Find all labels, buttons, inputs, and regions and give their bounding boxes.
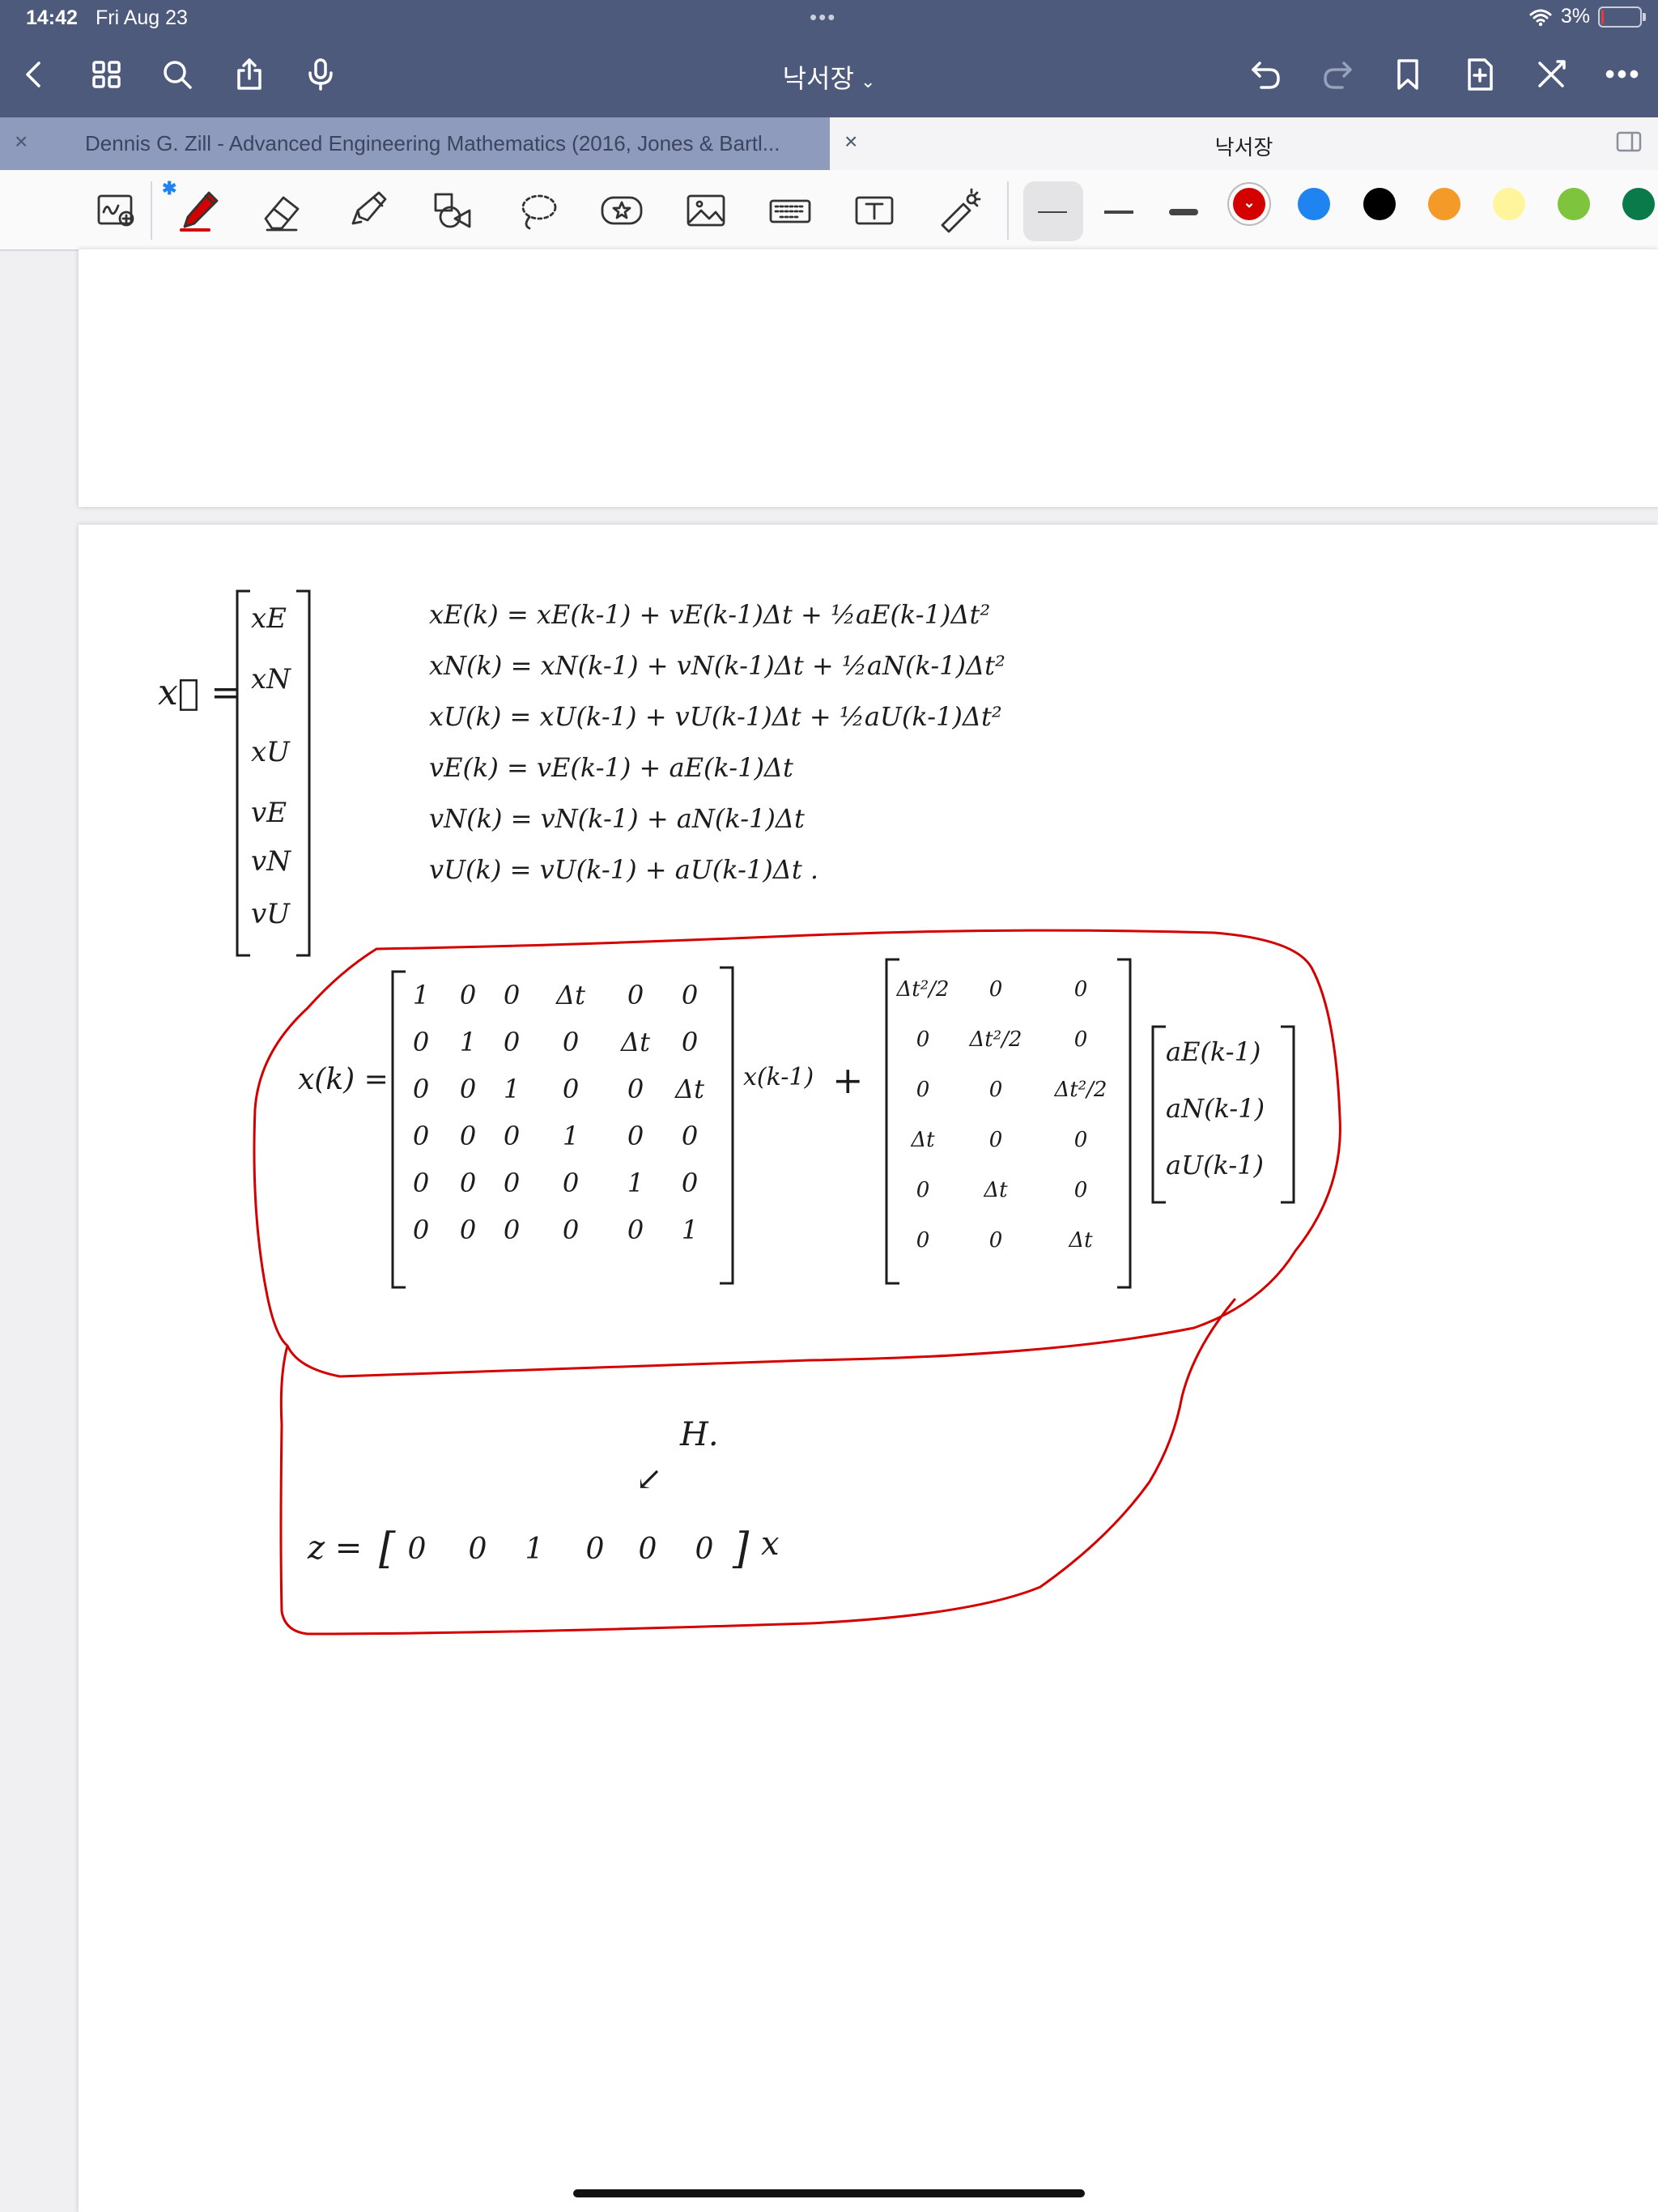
F-matrix-cell: 0 — [627, 980, 644, 1010]
G-matrix-cell: Δt — [983, 1178, 1008, 1202]
H-vector-entry: 0 — [695, 1533, 714, 1566]
F-matrix-cell: Δt — [674, 1074, 704, 1104]
update-equation: xN(k) = xN(k-1) + vN(k-1)Δt + ½aN(k-1)Δt… — [429, 650, 1005, 681]
G-matrix-cell: 0 — [916, 1027, 930, 1052]
accel-entry: aN(k-1) — [1166, 1093, 1265, 1124]
update-equation: xE(k) = xE(k-1) + vE(k-1)Δt + ½aE(k-1)Δt… — [429, 599, 990, 630]
state-vector-entry: xU — [251, 736, 291, 768]
F-matrix-cell: 1 — [504, 1074, 520, 1104]
H-vector-entry: 0 — [639, 1533, 657, 1566]
G-matrix-cell: 0 — [989, 1228, 1003, 1253]
F-matrix-cell: 0 — [563, 1027, 579, 1057]
G-matrix-cell: 0 — [1074, 1178, 1088, 1202]
G-matrix-cell: 0 — [989, 1078, 1003, 1102]
state-vector-entry: xN — [251, 663, 291, 696]
G-matrix-cell: 0 — [1074, 1128, 1088, 1152]
F-matrix-cell: 0 — [504, 1214, 520, 1245]
accel-entry: aE(k-1) — [1166, 1036, 1261, 1067]
F-matrix-cell: 0 — [413, 1214, 429, 1245]
F-matrix-cell: 0 — [504, 980, 520, 1010]
F-matrix-cell: 0 — [682, 1168, 698, 1198]
G-matrix-cell: 0 — [916, 1228, 930, 1253]
F-matrix-cell: 0 — [504, 1121, 520, 1151]
measurement-state: x — [761, 1525, 780, 1563]
F-matrix-left-bracket — [391, 970, 406, 1289]
state-vector-entry: xE — [251, 602, 287, 635]
state-vector-entry: vN — [251, 845, 291, 878]
H-vector-entry: 1 — [525, 1533, 544, 1566]
accel-left-bracket — [1151, 1025, 1166, 1204]
G-matrix-cell: Δt — [910, 1128, 935, 1152]
F-matrix-cell: 0 — [682, 980, 698, 1010]
F-matrix-cell: 0 — [504, 1168, 520, 1198]
update-equation: xU(k) = xU(k-1) + vU(k-1)Δt + ½aU(k-1)Δt… — [429, 701, 1002, 732]
ink-layer: x⃗ = xE xN xU vE vN vU xE(k) = xE(k-1) + vE(k-1… — [158, 589, 1295, 1573]
F-matrix-cell: 0 — [460, 1214, 476, 1245]
state-vector-lhs: x⃗ = — [158, 672, 240, 713]
H-vector-entry: 0 — [586, 1533, 605, 1566]
F-matrix-cell: 0 — [563, 1168, 579, 1198]
F-matrix-cell: 0 — [682, 1121, 698, 1151]
previous-state: x(k-1) — [743, 1063, 814, 1091]
F-matrix-cell: 0 — [682, 1027, 698, 1057]
F-matrix-cell: 0 — [563, 1214, 579, 1245]
H-label: H. — [679, 1416, 719, 1453]
F-matrix-cell: 1 — [682, 1214, 698, 1245]
F-matrix-cell: 0 — [413, 1168, 429, 1198]
H-right-bracket: ] — [732, 1525, 750, 1573]
F-matrix-cell: 1 — [627, 1168, 644, 1198]
F-matrix-right-bracket — [720, 966, 734, 1285]
F-matrix-cell: 0 — [627, 1214, 644, 1245]
F-matrix-cell: 0 — [460, 1121, 476, 1151]
F-matrix-cell: Δt — [619, 1027, 650, 1057]
G-matrix-cell: Δt²/2 — [1054, 1078, 1107, 1102]
accel-right-bracket — [1281, 1025, 1295, 1204]
update-equation: vU(k) = vU(k-1) + aU(k-1)Δt . — [429, 854, 818, 885]
H-left-bracket: [ — [379, 1525, 396, 1573]
state-vector-left-bracket — [236, 589, 250, 957]
update-equation: vE(k) = vE(k-1) + aE(k-1)Δt — [429, 752, 793, 783]
F-matrix-cell: 0 — [504, 1027, 520, 1057]
F-matrix-cell: 1 — [563, 1121, 579, 1151]
F-matrix-cell: 0 — [460, 1074, 476, 1104]
G-matrix-left-bracket — [885, 958, 899, 1285]
state-vector-right-bracket — [296, 589, 311, 957]
transition-lhs: x(k) = — [298, 1063, 389, 1096]
G-matrix-cell: 0 — [989, 1128, 1003, 1152]
G-matrix-cell: 0 — [916, 1178, 930, 1202]
G-matrix-cell: 0 — [1074, 1027, 1088, 1052]
accel-entry: aU(k-1) — [1166, 1150, 1264, 1180]
G-matrix-cell: 0 — [1074, 977, 1088, 1002]
state-vector-entry: vU — [251, 898, 291, 930]
G-matrix-cell: 0 — [916, 1078, 930, 1102]
F-matrix-cell: 0 — [413, 1074, 429, 1104]
F-matrix-cell: 0 — [413, 1121, 429, 1151]
F-matrix-cell: 0 — [460, 1168, 476, 1198]
H-vector-entry: 0 — [408, 1533, 427, 1566]
F-matrix-cell: 0 — [460, 980, 476, 1010]
F-matrix-cell: 1 — [460, 1027, 476, 1057]
measurement-lhs: z = — [307, 1529, 362, 1567]
G-matrix-right-bracket — [1117, 958, 1132, 1289]
F-matrix-cell: Δt — [555, 980, 585, 1010]
F-matrix-cell: 0 — [563, 1074, 579, 1104]
H-vector-entry: 0 — [469, 1533, 487, 1566]
G-matrix-cell: 0 — [989, 977, 1003, 1002]
G-matrix-cell: Δt²/2 — [896, 977, 950, 1002]
F-matrix-cell: 0 — [413, 1027, 429, 1057]
G-matrix-cell: Δt — [1068, 1228, 1093, 1253]
plus-sign: + — [832, 1058, 864, 1102]
state-vector-entry: vE — [251, 797, 287, 829]
G-matrix-cell: Δt²/2 — [969, 1027, 1022, 1052]
H-arrow-icon: ↙ — [636, 1461, 663, 1498]
F-matrix-cell: 0 — [627, 1121, 644, 1151]
home-indicator — [573, 2189, 1085, 2197]
F-matrix-cell: 0 — [627, 1074, 644, 1104]
update-equation: vN(k) = vN(k-1) + aN(k-1)Δt — [429, 803, 805, 834]
handwritten-notes: x⃗ = xE xN xU vE vN vU xE(k) = xE(k-1) + vE(k-1… — [158, 589, 1341, 1636]
F-matrix-cell: 1 — [413, 980, 429, 1010]
